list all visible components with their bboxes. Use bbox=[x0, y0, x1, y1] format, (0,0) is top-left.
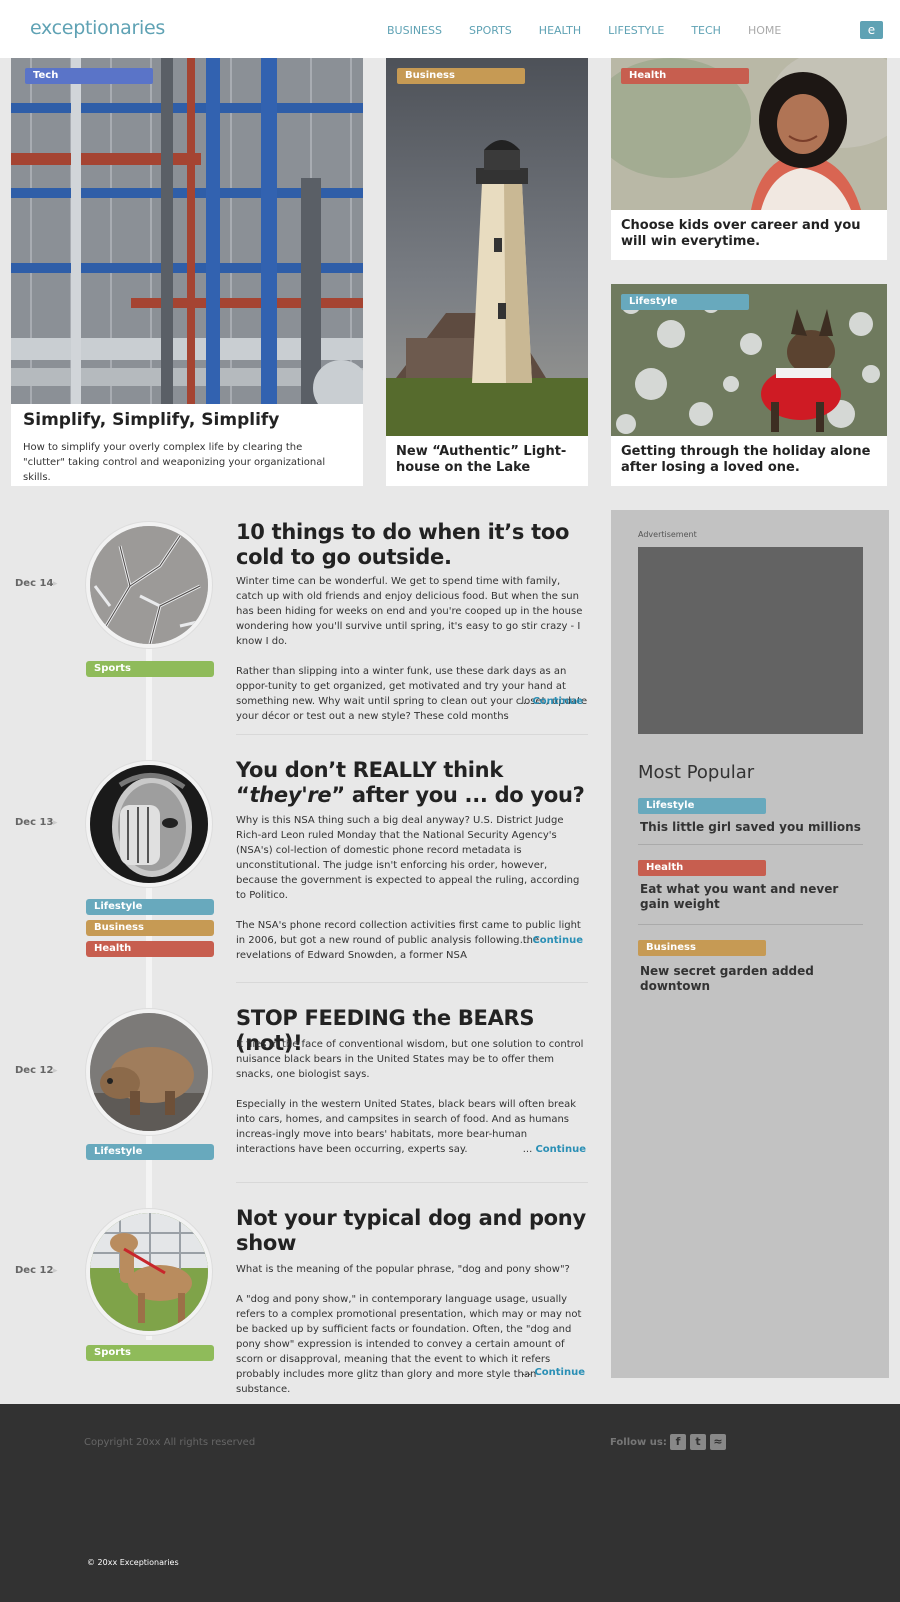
nav-health[interactable]: HEALTH bbox=[539, 24, 581, 37]
featured-title[interactable]: New “Authentic” Light-house on the Lake bbox=[396, 444, 576, 476]
post-divider bbox=[236, 1182, 588, 1183]
post-excerpt: Winter time can be wonderful. We get to … bbox=[236, 574, 588, 739]
date-arrow-icon: ▸ bbox=[53, 818, 58, 828]
site-header: exceptionaries BUSINESS SPORTS HEALTH LI… bbox=[0, 0, 900, 58]
tag-badge-business[interactable]: Business bbox=[397, 68, 525, 84]
post-paragraph: Rather than slipping into a winter funk,… bbox=[236, 666, 588, 722]
post-title[interactable]: You don’t REALLY think “they're” after y… bbox=[236, 758, 586, 808]
tag-badge-lifestyle[interactable]: Lifestyle bbox=[638, 798, 766, 814]
lighthouse-image bbox=[386, 58, 588, 436]
post-title[interactable]: Not your typical dog and pony show bbox=[236, 1206, 586, 1256]
tag-badge-health[interactable]: Health bbox=[86, 941, 214, 957]
nav-tech[interactable]: TECH bbox=[691, 24, 721, 37]
site-logo[interactable]: exceptionaries bbox=[30, 17, 165, 39]
tag-badge-business[interactable]: Business bbox=[86, 920, 214, 936]
post-paragraph: Winter time can be wonderful. We get to … bbox=[236, 576, 583, 647]
ellipsis: ... bbox=[522, 1144, 536, 1155]
continue-link[interactable]: ... Continue bbox=[520, 696, 583, 707]
follow-us-label: Follow us: bbox=[610, 1437, 667, 1448]
continue-label[interactable]: Continue bbox=[534, 1367, 585, 1378]
post-thumbnail[interactable] bbox=[86, 1009, 212, 1135]
featured-card-health[interactable]: Health Choose kids over career and you w… bbox=[611, 58, 887, 260]
most-popular-heading: Most Popular bbox=[638, 762, 755, 783]
continue-link[interactable]: ... Continue bbox=[520, 935, 583, 946]
post-title-part: ” after you ... do you? bbox=[331, 783, 585, 807]
post-thumbnail[interactable] bbox=[86, 761, 212, 887]
featured-card-tech[interactable]: Tech Simplify, Simplify, Simplify How to… bbox=[11, 58, 363, 486]
continue-label[interactable]: Continue bbox=[532, 935, 583, 946]
nav-sports[interactable]: SPORTS bbox=[469, 24, 512, 37]
post-paragraph: What is the meaning of the popular phras… bbox=[236, 1264, 570, 1275]
post-date: Dec 14 bbox=[15, 578, 54, 589]
rss-icon[interactable]: ≈ bbox=[710, 1434, 726, 1450]
sidebar: Advertisement Most Popular Lifestyle Thi… bbox=[611, 510, 889, 1378]
post-excerpt: What is the meaning of the popular phras… bbox=[236, 1262, 588, 1412]
featured-title[interactable]: Getting through the holiday alone after … bbox=[621, 444, 871, 476]
featured-card-business[interactable]: Business New “Authentic” Light-house on … bbox=[386, 58, 588, 486]
date-arrow-icon: ▸ bbox=[53, 1266, 58, 1276]
tag-badge-health[interactable]: Health bbox=[638, 860, 766, 876]
post-paragraph: A "dog and pony show," in contemporary l… bbox=[236, 1294, 582, 1395]
tag-badge-business[interactable]: Business bbox=[638, 940, 766, 956]
featured-card-lifestyle[interactable]: Lifestyle Getting through the holiday al… bbox=[611, 284, 887, 486]
logo-mark-icon[interactable]: e bbox=[860, 21, 883, 39]
post-title-emphasis: they're bbox=[249, 783, 332, 807]
ellipsis: ... bbox=[519, 696, 533, 707]
tag-badge-lifestyle[interactable]: Lifestyle bbox=[86, 899, 214, 915]
copyright-text: Copyright 20xx All rights reserved bbox=[84, 1437, 256, 1448]
tag-badge-sports[interactable]: Sports bbox=[86, 661, 214, 677]
nav-lifestyle[interactable]: LIFESTYLE bbox=[608, 24, 664, 37]
post-divider bbox=[236, 982, 588, 983]
popular-divider bbox=[638, 844, 863, 845]
pipes-image bbox=[11, 58, 363, 404]
post-paragraph: It flies in the face of conventional wis… bbox=[236, 1039, 584, 1080]
continue-link[interactable]: ... Continue bbox=[523, 1144, 586, 1155]
ellipsis: ... bbox=[521, 1367, 535, 1378]
popular-item-title[interactable]: Eat what you want and never gain weight bbox=[640, 882, 865, 912]
nav-business[interactable]: BUSINESS bbox=[387, 24, 442, 37]
featured-title[interactable]: Choose kids over career and you will win… bbox=[621, 218, 871, 250]
tag-badge-health[interactable]: Health bbox=[621, 68, 749, 84]
date-arrow-icon: ▸ bbox=[53, 579, 58, 589]
continue-label[interactable]: Continue bbox=[535, 1144, 586, 1155]
site-footer: Copyright 20xx All rights reserved Follo… bbox=[0, 1404, 900, 1602]
tag-badge-sports[interactable]: Sports bbox=[86, 1345, 214, 1361]
post-date: Dec 12 bbox=[15, 1065, 54, 1076]
facebook-icon[interactable]: f bbox=[670, 1434, 686, 1450]
twitter-icon[interactable]: t bbox=[690, 1434, 706, 1450]
post-divider bbox=[236, 734, 588, 735]
post-title[interactable]: 10 things to do when it’s too cold to go… bbox=[236, 520, 586, 570]
ad-label: Advertisement bbox=[638, 530, 697, 539]
popular-item-title[interactable]: New secret garden added downtown bbox=[640, 964, 865, 994]
post-date: Dec 13 bbox=[15, 817, 54, 828]
continue-label[interactable]: Continue bbox=[532, 696, 583, 707]
nav-home[interactable]: HOME bbox=[748, 24, 781, 37]
tag-badge-tech[interactable]: Tech bbox=[25, 68, 153, 84]
popular-item-title[interactable]: This little girl saved you millions bbox=[640, 820, 865, 835]
advertisement-slot[interactable] bbox=[638, 547, 863, 734]
main-nav: BUSINESS SPORTS HEALTH LIFESTYLE TECH HO… bbox=[387, 24, 808, 37]
post-thumbnail[interactable] bbox=[86, 1209, 212, 1335]
post-date: Dec 12 bbox=[15, 1265, 54, 1276]
post-thumbnail[interactable] bbox=[86, 522, 212, 648]
footer-brand: © 20xx Exceptionaries bbox=[87, 1558, 179, 1567]
featured-title[interactable]: Simplify, Simplify, Simplify bbox=[23, 410, 353, 430]
ellipsis: ... bbox=[519, 935, 533, 946]
popular-divider bbox=[638, 924, 863, 925]
post-paragraph: Why is this NSA thing such a big deal an… bbox=[236, 815, 580, 901]
date-arrow-icon: ▸ bbox=[53, 1066, 58, 1076]
continue-link[interactable]: ... Continue bbox=[522, 1367, 585, 1378]
featured-description: How to simplify your overly complex life… bbox=[23, 442, 326, 483]
tag-badge-lifestyle[interactable]: Lifestyle bbox=[621, 294, 749, 310]
post-excerpt: Why is this NSA thing such a big deal an… bbox=[236, 813, 588, 978]
tag-badge-lifestyle[interactable]: Lifestyle bbox=[86, 1144, 214, 1160]
